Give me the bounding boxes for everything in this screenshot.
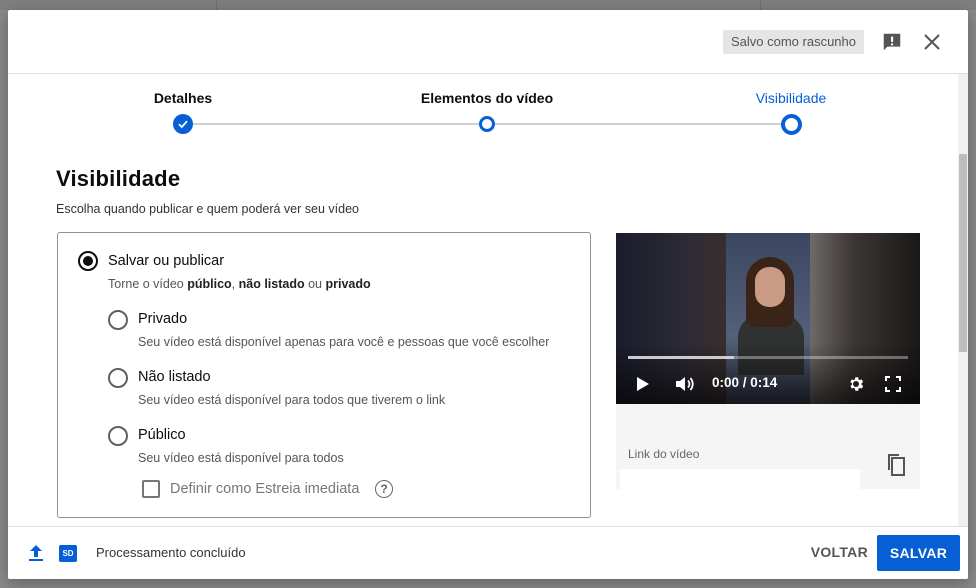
- sd-quality-icon: SD: [59, 545, 77, 562]
- progress-stepper: Detalhes Elementos do vídeo Visibilidade: [8, 74, 968, 154]
- upload-dialog: Salvo como rascunho Detalhes Elementos d…: [8, 10, 968, 579]
- step-details-label[interactable]: Detalhes: [154, 90, 212, 106]
- dialog-content: Visibilidade Escolha quando publicar e q…: [8, 154, 958, 526]
- desc-text: ou: [304, 277, 326, 291]
- visibility-title: Visibilidade: [56, 166, 181, 191]
- desc-public: público: [187, 277, 232, 291]
- private-radio[interactable]: [108, 310, 128, 330]
- unlisted-desc: Seu vídeo está disponível para todos que…: [138, 393, 446, 407]
- dialog-footer: SD Processamento concluído VOLTAR SALVAR: [8, 526, 968, 579]
- unlisted-radio[interactable]: [108, 368, 128, 388]
- video-progress-fill: [628, 356, 735, 359]
- desc-text: Torne o vídeo: [108, 277, 188, 291]
- save-button[interactable]: SALVAR: [877, 535, 960, 571]
- public-radio[interactable]: [108, 426, 128, 446]
- visibility-options-box: Salvar ou publicar Torne o vídeo público…: [57, 232, 591, 518]
- copy-icon[interactable]: [884, 451, 908, 477]
- volume-icon[interactable]: [674, 374, 696, 394]
- scrollbar-thumb[interactable]: [959, 154, 967, 352]
- visibility-subtitle: Escolha quando publicar e quem poderá ve…: [56, 202, 359, 216]
- fullscreen-icon[interactable]: [885, 376, 901, 392]
- content-scrollbar[interactable]: [958, 74, 968, 526]
- step-visibility-dot[interactable]: [781, 114, 802, 135]
- step-details-dot[interactable]: [173, 114, 193, 134]
- public-label[interactable]: Público: [138, 427, 186, 443]
- unlisted-label[interactable]: Não listado: [138, 369, 211, 385]
- checkmark-icon: [178, 120, 188, 129]
- help-icon[interactable]: ?: [375, 480, 393, 498]
- desc-private: privado: [325, 277, 371, 291]
- step-connector: [193, 123, 479, 125]
- processing-status: Processamento concluído: [96, 545, 246, 560]
- step-video-elements-dot[interactable]: [479, 116, 495, 132]
- desc-unlisted: não listado: [238, 277, 305, 291]
- page-backdrop: [0, 0, 976, 10]
- video-time-display: 0:00 / 0:14: [712, 375, 778, 390]
- controls-gradient: [616, 343, 920, 404]
- backdrop-divider: [760, 0, 761, 10]
- settings-gear-icon[interactable]: [847, 375, 865, 393]
- back-button[interactable]: VOLTAR: [811, 544, 868, 560]
- step-video-elements-label[interactable]: Elementos do vídeo: [421, 90, 553, 106]
- video-subject-face: [755, 267, 785, 307]
- step-visibility-label[interactable]: Visibilidade: [756, 90, 827, 106]
- private-desc: Seu vídeo está disponível apenas para vo…: [138, 335, 550, 349]
- feedback-icon: [883, 33, 901, 51]
- step-connector: [495, 123, 781, 125]
- video-preview-panel: 0:00 / 0:14 Link do vídeo: [616, 233, 920, 489]
- backdrop-divider: [216, 0, 217, 10]
- desc-text: ,: [231, 277, 239, 291]
- close-button[interactable]: [918, 28, 946, 56]
- private-label[interactable]: Privado: [138, 311, 187, 327]
- draft-status-badge: Salvo como rascunho: [722, 30, 864, 54]
- premiere-checkbox[interactable]: [142, 480, 160, 498]
- public-desc: Seu vídeo está disponível para todos: [138, 451, 344, 465]
- save-or-publish-radio[interactable]: [78, 251, 98, 271]
- close-icon: [924, 34, 940, 50]
- save-or-publish-label[interactable]: Salvar ou publicar: [108, 253, 224, 269]
- video-link-field[interactable]: [620, 469, 860, 489]
- upload-icon: [29, 545, 43, 561]
- feedback-button[interactable]: [878, 28, 906, 56]
- premiere-label[interactable]: Definir como Estreia imediata: [170, 481, 359, 497]
- video-player[interactable]: 0:00 / 0:14: [616, 233, 920, 404]
- dialog-header: Salvo como rascunho: [8, 10, 968, 74]
- play-icon[interactable]: [636, 376, 650, 392]
- save-or-publish-desc: Torne o vídeo público, não listado ou pr…: [108, 277, 371, 291]
- video-link-label: Link do vídeo: [628, 447, 700, 461]
- video-progress-bar[interactable]: [628, 356, 908, 359]
